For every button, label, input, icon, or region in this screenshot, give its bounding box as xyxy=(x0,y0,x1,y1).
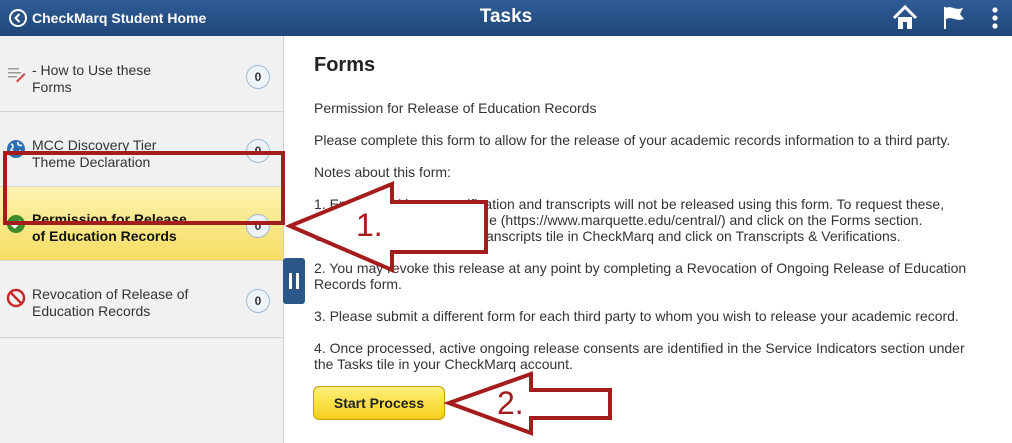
sidebar-item-label: - How to Use these Forms xyxy=(32,62,152,95)
back-button-label: CheckMarq Student Home xyxy=(32,10,207,26)
flag-icon[interactable] xyxy=(940,4,968,32)
note-1: 1. Enrollment/degree verification and tr… xyxy=(314,196,945,244)
green-check-icon xyxy=(6,214,26,234)
count-badge: 0 xyxy=(246,289,270,313)
back-arrow-icon xyxy=(9,9,27,27)
note-2: 2. You may revoke this release at any po… xyxy=(314,260,967,292)
globe-icon xyxy=(6,139,26,159)
count-badge: 0 xyxy=(246,214,270,238)
form-name: Permission for Release of Education Reco… xyxy=(314,100,597,116)
back-to-student-home-button[interactable]: CheckMarq Student Home xyxy=(9,7,206,29)
sidebar-item-how-to-use-forms[interactable]: - How to Use these Forms 0 xyxy=(0,36,283,112)
sidebar-item-permission-for-release[interactable]: Permission for Release of Education Recor… xyxy=(0,187,283,261)
collapse-sidebar-handle[interactable] xyxy=(283,258,305,304)
sidebar-item-revocation-of-release[interactable]: Revocation of Release of Education Record… xyxy=(0,261,283,338)
notes-heading: Notes about this form: xyxy=(314,164,451,180)
document-pencil-icon xyxy=(6,64,26,84)
sidebar-item-label: MCC Discovery Tier Theme Declaration xyxy=(32,137,157,170)
note-4: 4. Once processed, active ongoing releas… xyxy=(314,340,965,372)
sidebar-item-label: Permission for Release of Education Recor… xyxy=(32,211,187,244)
top-header-bar: CheckMarq Student Home Tasks xyxy=(0,0,1012,36)
count-badge: 0 xyxy=(246,139,270,163)
sidebar-item-mcc-discovery-tier[interactable]: MCC Discovery Tier Theme Declaration 0 xyxy=(0,112,283,187)
forms-heading: Forms xyxy=(314,54,376,76)
form-intro: Please complete this form to allow for t… xyxy=(314,132,951,148)
start-process-button[interactable]: Start Process xyxy=(313,386,445,420)
count-badge: 0 xyxy=(246,65,270,89)
main-content: Forms Permission for Release of Educatio… xyxy=(314,36,1004,443)
prohibited-icon xyxy=(6,288,26,308)
note-3: 3. Please submit a different form for ea… xyxy=(314,308,959,324)
more-actions-icon[interactable] xyxy=(988,4,1002,32)
home-icon[interactable] xyxy=(891,4,919,32)
sidebar-item-label: Revocation of Release of Education Record… xyxy=(32,286,189,319)
task-list-sidebar: - How to Use these Forms 0 MCC Discovery … xyxy=(0,36,284,443)
